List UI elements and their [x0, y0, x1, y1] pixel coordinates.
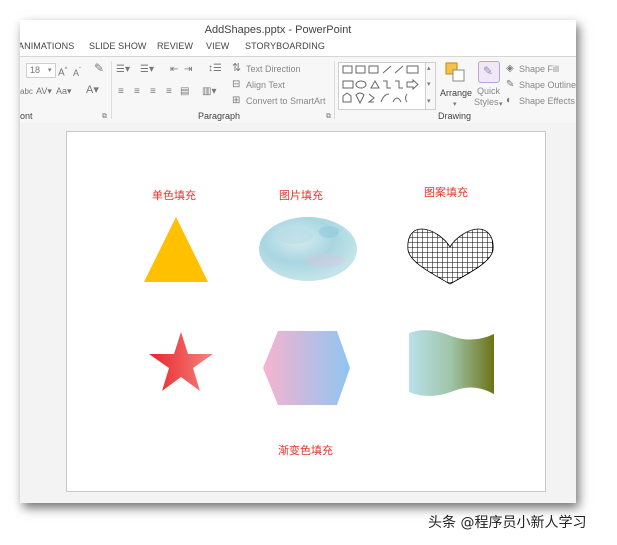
wave-shape[interactable] — [409, 330, 494, 396]
tab-animations[interactable]: ANIMATIONS — [20, 41, 74, 51]
shape-effects-button[interactable]: Shape Effects — [519, 96, 575, 106]
smartart-icon: ⊞ — [232, 95, 241, 106]
more-icon[interactable]: ▾ — [427, 97, 431, 107]
arrange-icon[interactable] — [444, 61, 468, 85]
ribbon: 18 ▾ A^ Aˇ ✎ abc AV▾ Aa▾ A▾ ont ⧉ ☰▾ ☰▾ … — [20, 56, 576, 124]
slide-canvas: 单色填充 图片填充 图案填充 渐变色填充 — [20, 123, 576, 503]
chevron-down-icon[interactable]: ▾ — [453, 100, 457, 110]
align-text-icon: ⊟ — [232, 79, 241, 90]
hexagon-shape[interactable] — [263, 331, 350, 405]
ellipse-shape[interactable] — [259, 217, 357, 281]
justify-icon[interactable]: ≡ — [166, 87, 172, 97]
paragraph-group-label: Paragraph — [198, 111, 241, 121]
shape-gallery-icons — [342, 65, 419, 105]
brush-icon: ✎ — [483, 64, 494, 78]
align-right-icon[interactable]: ≡ — [150, 87, 156, 97]
quick-styles-icon[interactable]: ✎ — [478, 61, 500, 83]
slide[interactable]: 单色填充 图片填充 图案填充 渐变色填充 — [66, 131, 546, 492]
chevron-down-icon: ▾ — [48, 67, 52, 74]
decrease-indent-icon[interactable]: ⇤ — [170, 65, 178, 75]
dialog-launcher-icon[interactable]: ⧉ — [102, 112, 107, 122]
shape-fill-button[interactable]: Shape Fill — [519, 64, 559, 74]
text-direction-icon: ⇅ — [232, 62, 242, 74]
shrink-font-icon[interactable]: Aˇ — [73, 66, 81, 78]
shape-outline-icon: ✎ — [506, 79, 515, 90]
star-shape[interactable] — [149, 332, 213, 391]
heart-shape[interactable] — [407, 228, 494, 285]
text-direction-button[interactable]: Text Direction — [246, 64, 301, 74]
columns-icon[interactable]: ▥▾ — [202, 87, 216, 97]
chevron-up-icon[interactable]: ▴ — [427, 64, 431, 74]
title-bar: AddShapes.pptx - PowerPoint — [20, 20, 576, 40]
clear-formatting-icon[interactable]: ✎ — [94, 62, 104, 74]
quick-styles-label-1[interactable]: Quick — [477, 86, 500, 96]
font-color-icon[interactable]: A▾ — [86, 85, 99, 96]
shape-effects-icon: ◐ — [506, 95, 513, 106]
triangle-shape[interactable] — [144, 217, 208, 282]
change-case-icon[interactable]: Aa▾ — [56, 86, 72, 96]
font-size-value: 18 — [30, 65, 41, 75]
numbering-icon[interactable]: ☰▾ — [140, 65, 154, 75]
divider — [334, 61, 335, 119]
align-center-icon[interactable]: ≡ — [134, 87, 140, 97]
chevron-down-icon[interactable]: ▾ — [427, 80, 431, 90]
align-left-icon[interactable]: ≡ — [118, 87, 124, 97]
tab-review[interactable]: REVIEW — [157, 41, 193, 51]
shape-outline-button[interactable]: Shape Outline — [519, 80, 576, 90]
convert-smartart-button[interactable]: Convert to SmartArt — [246, 96, 326, 106]
gallery-scrollbar[interactable]: ▴ ▾ ▾ — [425, 63, 435, 109]
quick-styles-label-2[interactable]: Styles — [474, 97, 499, 107]
drawing-group-label: Drawing — [438, 111, 472, 121]
case-icon[interactable]: abc — [20, 87, 33, 97]
arrange-graphic — [445, 62, 465, 82]
tab-view[interactable]: VIEW — [206, 41, 229, 51]
increase-indent-icon[interactable]: ⇥ — [184, 65, 192, 75]
shapes-gallery[interactable]: ▴ ▾ ▾ — [338, 62, 436, 110]
distributed-icon[interactable]: ▤ — [180, 87, 189, 97]
dialog-launcher-icon[interactable]: ⧉ — [326, 112, 331, 122]
char-spacing-icon[interactable]: AV▾ — [36, 86, 52, 96]
window-title: AddShapes.pptx - PowerPoint — [204, 24, 352, 36]
line-spacing-icon[interactable]: ↕☰ — [208, 64, 222, 74]
grow-font-icon[interactable]: A^ — [58, 65, 68, 78]
powerpoint-window: AddShapes.pptx - PowerPoint ANIMATIONS S… — [20, 20, 576, 503]
tab-storyboarding[interactable]: STORYBOARDING — [245, 41, 325, 51]
watermark: 头条 @程序员小新人学习 — [428, 515, 587, 531]
tab-slide-show[interactable]: SLIDE SHOW — [89, 41, 147, 51]
divider — [111, 61, 112, 119]
slide-shapes — [144, 217, 494, 405]
chevron-down-icon[interactable]: ▾ — [499, 100, 503, 110]
bullets-icon[interactable]: ☰▾ — [116, 65, 130, 75]
align-text-button[interactable]: Align Text — [246, 80, 285, 90]
ribbon-tabs: ANIMATIONS SLIDE SHOW REVIEW VIEW STORYB… — [20, 40, 576, 56]
font-size-box[interactable]: 18 ▾ — [26, 63, 56, 78]
font-group-label: ont — [20, 111, 33, 121]
shape-fill-icon: ◈ — [506, 63, 514, 74]
arrange-button[interactable]: Arrange — [440, 88, 472, 98]
